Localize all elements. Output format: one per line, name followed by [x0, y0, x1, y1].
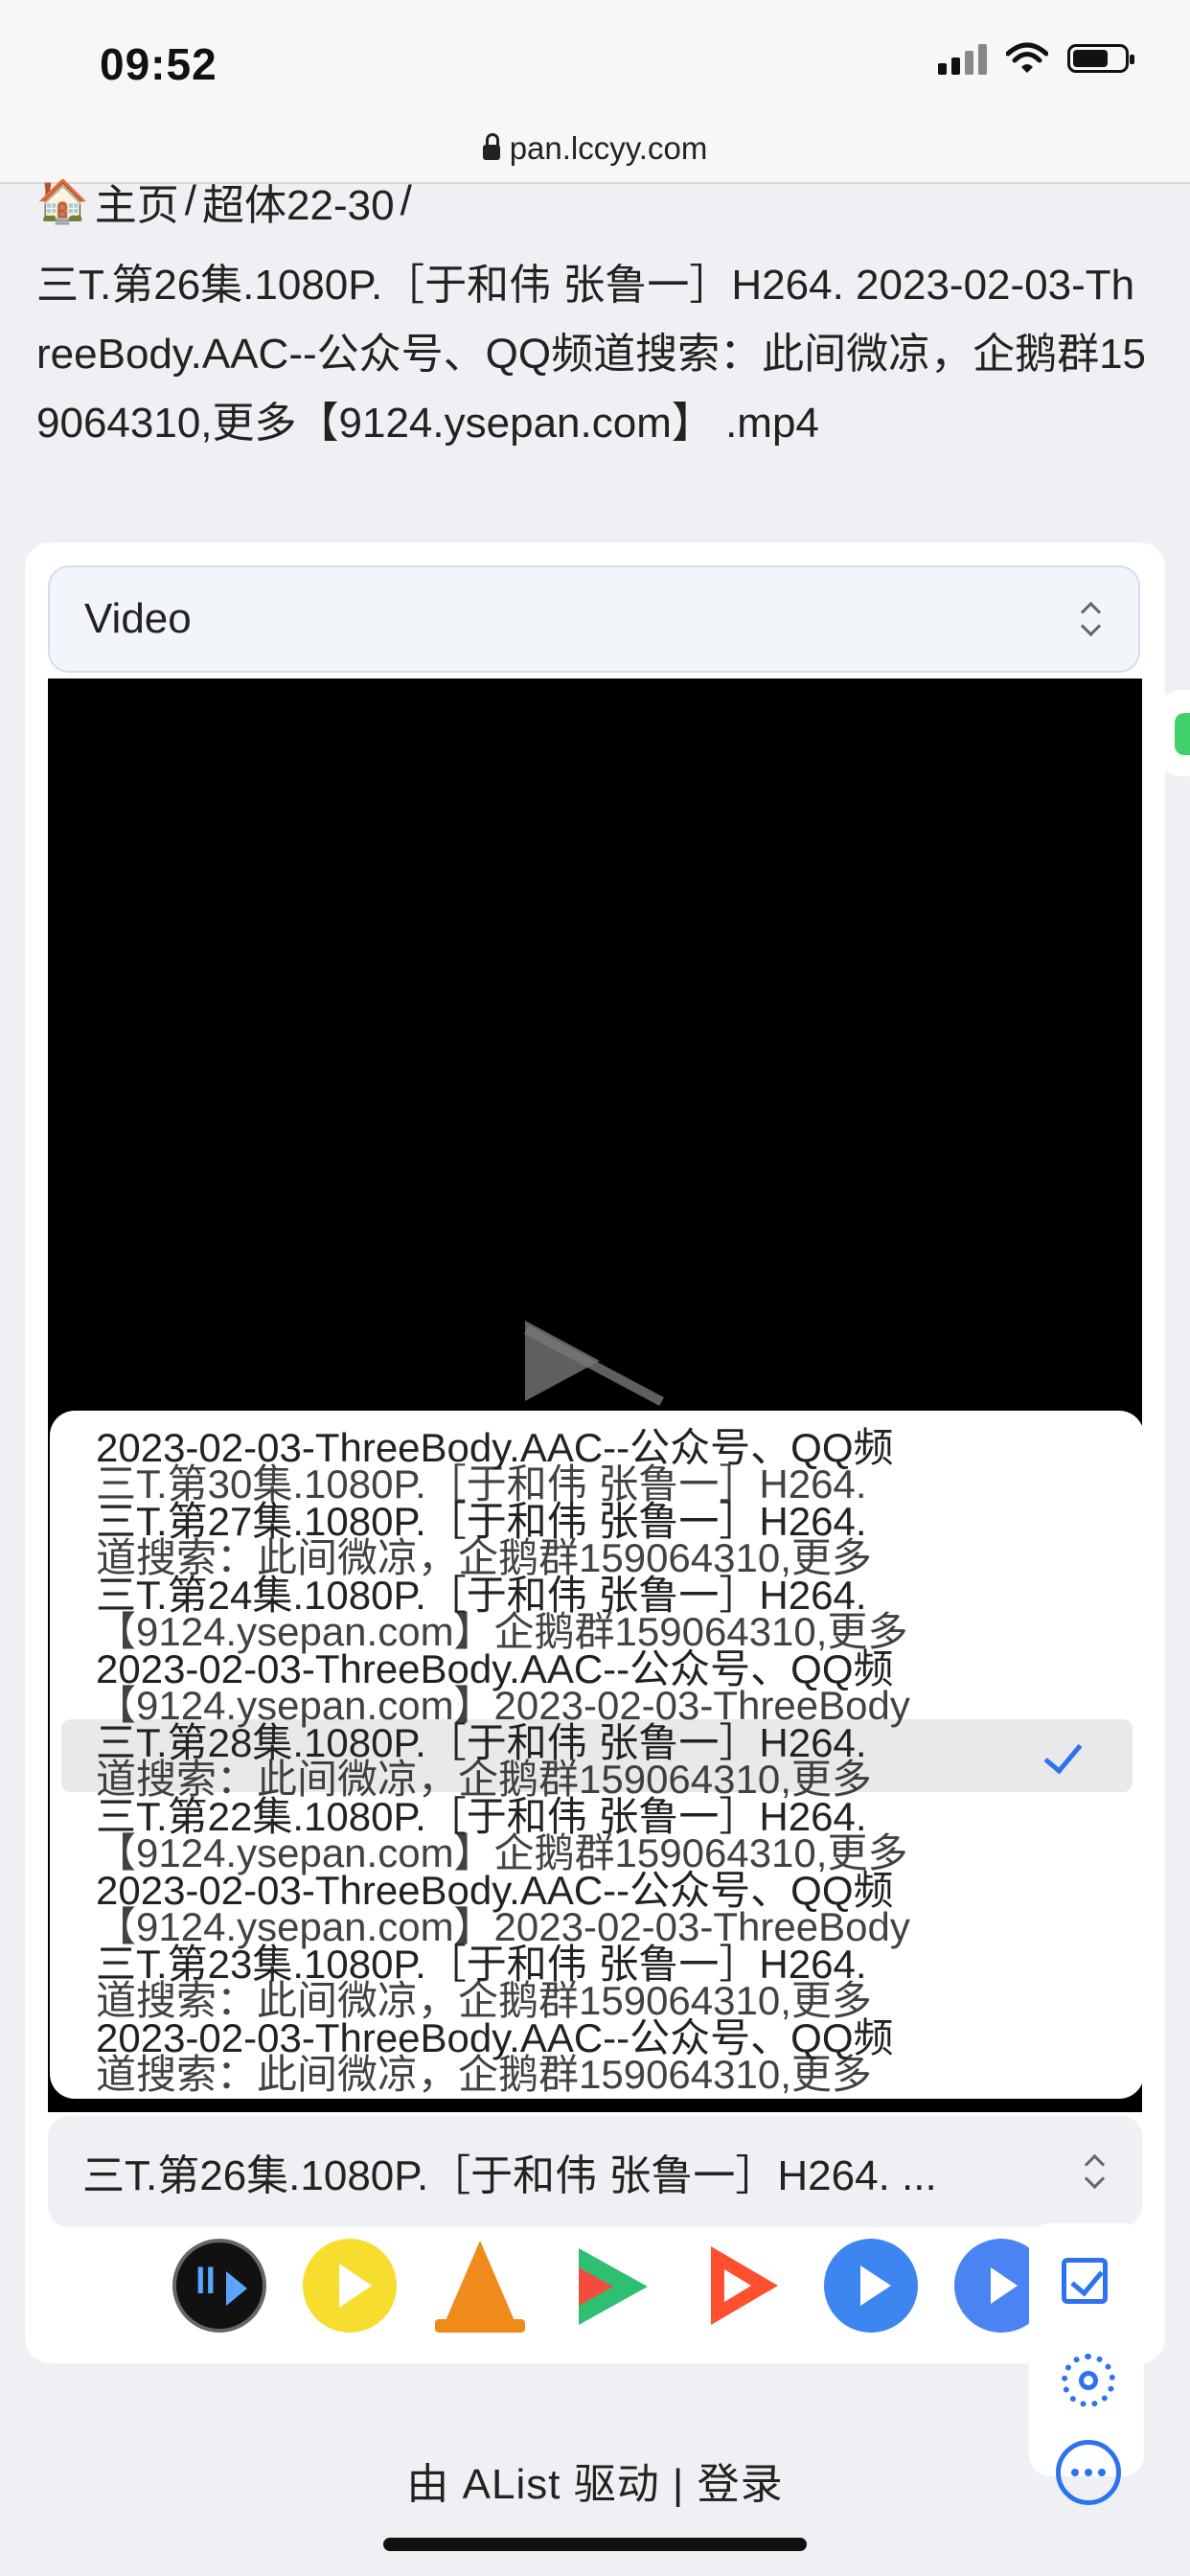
dropdown-option[interactable]: 【9124.ysepan.com】2023-02-03-ThreeBody — [96, 1668, 1092, 1742]
dropdown-option[interactable]: 三T.第30集.1080P.［于和伟 张鲁一］H264. — [96, 1447, 1092, 1521]
dropdown-option[interactable]: 道搜索：此间微凉，企鹅群159064310,更多 — [96, 1521, 1092, 1595]
breadcrumb: 🏠 主页 / 超体22-30 / — [36, 171, 412, 232]
chevron-updown-icon — [1081, 599, 1100, 639]
lock-icon — [482, 133, 500, 160]
dropdown-option[interactable]: 【9124.ysepan.com】企鹅群159064310,更多 — [96, 1816, 1092, 1890]
google-play-icon[interactable] — [563, 2239, 657, 2333]
url-text: pan.lccyy.com — [509, 130, 708, 166]
preview-type-value: Video — [84, 595, 192, 642]
wifi-icon — [1006, 42, 1048, 73]
chevron-updown-icon — [1085, 2151, 1104, 2192]
gear-icon[interactable] — [1062, 2354, 1115, 2407]
episode-dropdown-list[interactable]: 2023-02-03-ThreeBody.AAC--公众号、QQ频 三T.第27… — [50, 1411, 1144, 2099]
episode-select-value: 三T.第26集.1080P.［于和伟 张鲁一］H264. ... — [82, 2152, 937, 2199]
blue-player-icon[interactable] — [824, 2239, 918, 2333]
status-time: 09:52 — [100, 39, 217, 89]
iina-player-icon[interactable] — [172, 2239, 266, 2333]
dropdown-option[interactable]: 道搜索：此间微凉，企鹅群159064310,更多 — [96, 1742, 1092, 1816]
status-icons — [938, 42, 1134, 75]
battery-icon — [1067, 44, 1134, 73]
checkbox-icon[interactable] — [1062, 2258, 1108, 2304]
external-players — [172, 2239, 1048, 2334]
episode-select[interactable]: 三T.第26集.1080P.［于和伟 张鲁一］H264. ... — [48, 2116, 1142, 2227]
dropdown-option[interactable]: 道搜索：此间微凉，企鹅群159064310,更多 — [96, 1964, 1092, 2037]
cellular-signal-icon — [938, 42, 987, 75]
dropdown-option[interactable]: 【9124.ysepan.com】2023-02-03-ThreeBody — [96, 1890, 1092, 1964]
status-bar: 09:52 — [0, 0, 1190, 115]
file-title: 三T.第26集.1080P.［于和伟 张鲁一］H264. 2023-02-03-… — [36, 262, 1147, 447]
breadcrumb-folder[interactable]: 超体22-30 — [202, 171, 395, 232]
breadcrumb-separator: / — [184, 177, 197, 224]
edge-tab[interactable] — [1161, 690, 1190, 776]
play-icon[interactable] — [525, 1321, 600, 1401]
vlc-icon[interactable] — [433, 2239, 527, 2333]
dropdown-options-overlap-layer: 三T.第30集.1080P.［于和伟 张鲁一］H264. 道搜索：此间微凉，企鹅… — [96, 1447, 1092, 2099]
breadcrumb-separator: / — [400, 177, 412, 224]
dropdown-option[interactable]: 道搜索：此间微凉，企鹅群159064310,更多 — [96, 2037, 1092, 2099]
dropdown-option[interactable]: 【9124.ysepan.com】企鹅群159064310,更多 — [96, 1595, 1092, 1668]
footer[interactable]: 由 AList 驱动 | 登录 — [0, 2450, 1190, 2511]
preview-type-select[interactable]: Video — [48, 565, 1140, 673]
home-icon[interactable]: 🏠 — [36, 176, 89, 226]
home-indicator — [383, 2538, 807, 2551]
breadcrumb-home[interactable]: 主页 — [95, 171, 179, 232]
potplayer-icon[interactable] — [303, 2239, 397, 2333]
infuse-icon[interactable] — [694, 2239, 788, 2333]
